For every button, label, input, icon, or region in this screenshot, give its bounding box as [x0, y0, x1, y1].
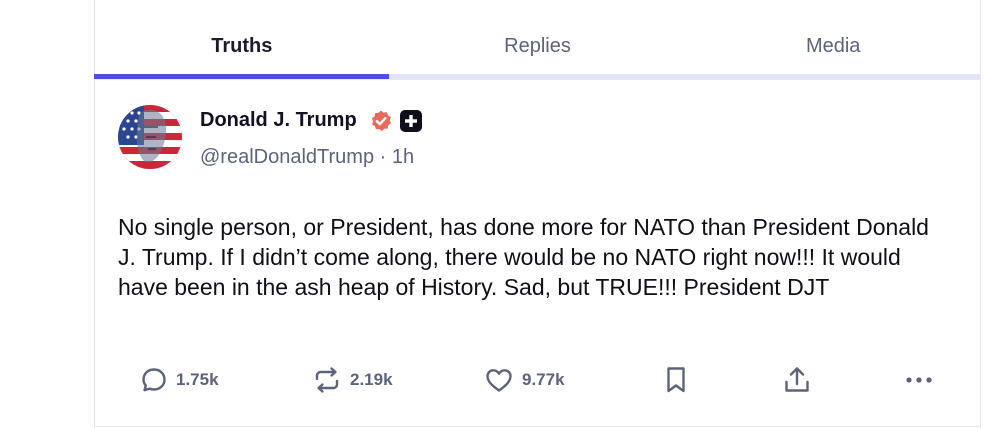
reply-icon — [142, 368, 166, 392]
tab-truths[interactable]: Truths — [94, 0, 390, 79]
tab-media-label: Media — [805, 35, 861, 57]
bookmark-icon — [667, 367, 685, 393]
like-button[interactable]: 9.77k — [484, 362, 565, 398]
tab-replies-label: Replies — [504, 35, 571, 57]
frame-bottom-border — [94, 426, 981, 427]
plus-badge-icon — [400, 110, 422, 132]
post-text: No single person, or President, has done… — [118, 214, 929, 300]
retruth-button[interactable]: 2.19k — [312, 362, 393, 398]
like-count: 9.77k — [522, 370, 565, 389]
bookmark-button[interactable] — [664, 362, 688, 398]
reply-button[interactable]: 1.75k — [140, 362, 219, 398]
tab-media[interactable]: Media — [685, 0, 981, 79]
more-dots-icon — [906, 377, 932, 383]
retruth-count: 2.19k — [350, 370, 393, 389]
post-action-bar: 1.75k 2.19k 9.77k — [118, 362, 948, 398]
tab-replies[interactable]: Replies — [390, 0, 686, 79]
header-divider — [94, 79, 981, 80]
verified-badge-icon — [369, 109, 393, 133]
more-options-button[interactable] — [904, 362, 934, 398]
avatar[interactable] — [118, 105, 182, 169]
tab-truths-label: Truths — [211, 35, 273, 57]
reply-count: 1.75k — [176, 370, 219, 389]
heart-icon — [486, 369, 512, 392]
share-upload-icon — [785, 367, 809, 392]
author-name[interactable]: Donald J. Trump — [200, 109, 357, 132]
profile-tabs: Truths Replies Media — [94, 0, 981, 79]
share-button[interactable] — [782, 362, 812, 398]
retruth-icon — [315, 367, 339, 393]
avatar-image — [118, 105, 182, 169]
author-handle-and-time[interactable]: @realDonaldTrump · 1h — [200, 146, 414, 169]
